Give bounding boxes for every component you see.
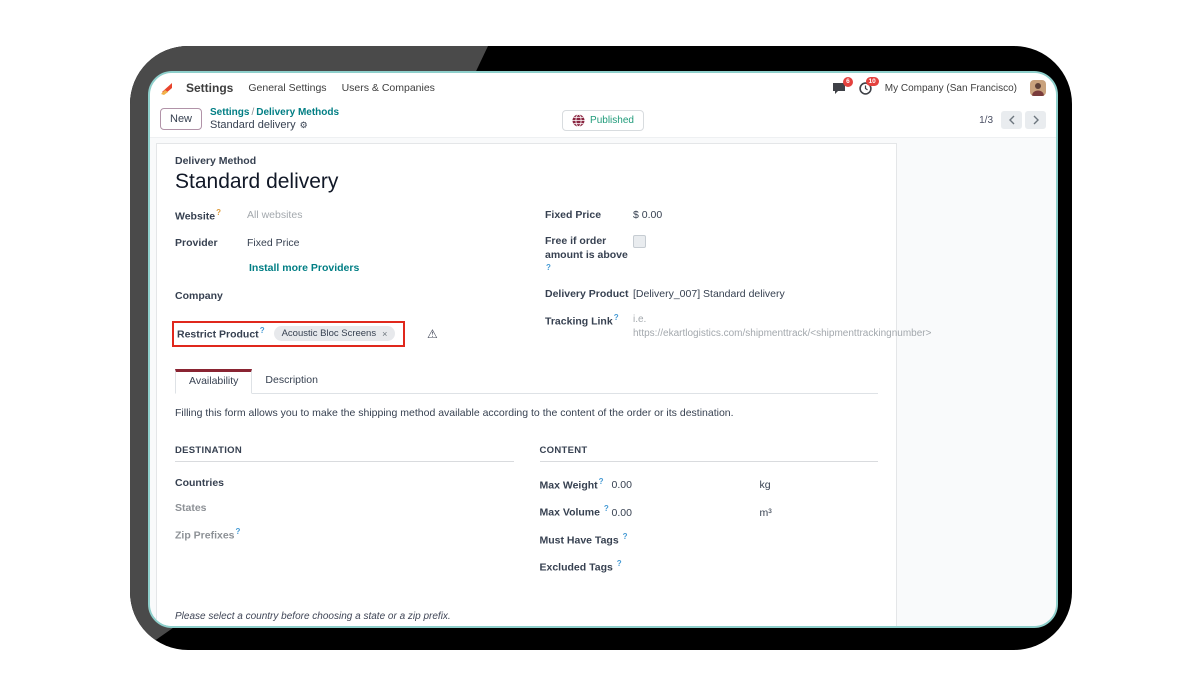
states-field[interactable]: States <box>175 502 514 514</box>
top-navbar: Settings General Settings Users & Compan… <box>150 73 1056 101</box>
max-weight-help-icon[interactable]: ? <box>599 477 604 486</box>
odoo-settings-logo-icon[interactable] <box>158 81 175 95</box>
restrict-product-help-icon[interactable]: ? <box>260 326 265 335</box>
warning-icon: ⚠ <box>427 327 438 342</box>
destination-section: DESTINATION Countries States Zip Prefixe… <box>175 445 514 587</box>
action-gear-icon[interactable]: ⚙ <box>300 120 308 131</box>
fixed-price-field[interactable]: $ 0.00 <box>633 208 662 222</box>
website-label: Website? <box>175 208 221 223</box>
provider-label: Provider <box>175 236 218 249</box>
excluded-tags-help-icon[interactable]: ? <box>617 559 622 568</box>
messages-badge: 6 <box>843 77 853 87</box>
max-volume-label: Max Volume ? <box>539 504 609 519</box>
install-more-providers-link[interactable]: Install more Providers <box>249 262 359 274</box>
annotation-highlight: Restrict Product? Acoustic Bloc Screens … <box>172 321 406 347</box>
menu-users-companies[interactable]: Users & Companies <box>342 82 435 94</box>
max-weight-unit: kg <box>759 479 771 492</box>
zip-prefixes-help-icon[interactable]: ? <box>236 527 241 536</box>
chevron-right-icon <box>1033 115 1039 125</box>
breadcrumb-delivery-methods[interactable]: Delivery Methods <box>256 107 339 118</box>
free-if-order-checkbox[interactable] <box>633 235 646 249</box>
restrict-product-tag[interactable]: Acoustic Bloc Screens × <box>273 326 396 342</box>
delivery-method-form: Delivery Method Standard delivery Websit… <box>156 143 931 626</box>
max-weight-label: Max Weight? <box>539 476 604 492</box>
destination-header: DESTINATION <box>175 445 514 462</box>
delivery-product-field[interactable]: [Delivery_007] Standard delivery <box>633 287 785 301</box>
chevron-left-icon <box>1008 115 1015 125</box>
tag-remove-icon[interactable]: × <box>382 329 387 339</box>
pager-count: 1/3 <box>979 114 994 126</box>
excluded-tags-field[interactable]: Excluded Tags ? <box>540 559 879 574</box>
tab-availability[interactable]: Availability <box>175 368 253 394</box>
delivery-method-name[interactable]: Standard delivery <box>175 170 878 194</box>
activities-badge: 10 <box>865 76 879 87</box>
form-right-column: Fixed Price $ 0.00 Free if order amount … <box>545 208 931 359</box>
user-avatar[interactable] <box>1030 80 1046 96</box>
breadcrumb: Settings / Delivery Methods Standard deliv… <box>210 107 339 131</box>
max-volume-help-icon[interactable]: ? <box>604 504 609 513</box>
pager-previous-button[interactable] <box>1001 111 1023 129</box>
countries-field[interactable]: Countries <box>175 477 514 489</box>
website-field[interactable]: All websites <box>247 208 302 222</box>
tag-label: Acoustic Bloc Screens <box>281 328 377 340</box>
new-button[interactable]: New <box>160 108 203 130</box>
form-title-label: Delivery Method <box>175 155 257 167</box>
activities-clock-icon[interactable]: 10 <box>859 76 879 95</box>
published-toggle[interactable]: Published <box>562 110 644 131</box>
pager-next-button[interactable] <box>1025 111 1047 129</box>
max-weight-field[interactable]: 0.00 <box>612 479 760 491</box>
content-section: CONTENT Max Weight? 0.00 kg Max Volume ?… <box>539 445 879 587</box>
delivery-product-label: Delivery Product <box>545 288 629 301</box>
must-have-tags-field[interactable]: Must Have Tags ? <box>540 532 879 547</box>
tracking-link-field[interactable]: i.e. https://ekartlogistics.com/shipment… <box>633 313 931 340</box>
globe-icon <box>572 114 585 127</box>
country-selection-note: Please select a country before choosing … <box>175 610 451 622</box>
free-if-order-label: Free if order amount is above ? <box>545 235 628 272</box>
website-help-icon[interactable]: ? <box>216 208 221 217</box>
tracking-link-help-icon[interactable]: ? <box>614 313 619 322</box>
main-content: Delivery Method Standard delivery Websit… <box>150 137 1056 626</box>
availability-info-text: Filling this form allows you to make the… <box>175 406 734 419</box>
fixed-price-label: Fixed Price <box>545 209 602 221</box>
breadcrumb-settings[interactable]: Settings <box>210 107 249 118</box>
restrict-product-row: Restrict Product? Acoustic Bloc Screens … <box>172 321 533 347</box>
tab-description[interactable]: Description <box>252 369 331 393</box>
messages-icon[interactable]: 6 <box>832 77 853 94</box>
control-panel: New Settings / Delivery Methods Standard d… <box>150 101 1056 137</box>
zip-prefixes-field[interactable]: Zip Prefixes? <box>175 527 514 542</box>
max-volume-field[interactable]: 0.00 <box>612 507 760 519</box>
restrict-product-label: Restrict Product? <box>177 326 265 341</box>
menu-general-settings[interactable]: General Settings <box>248 82 326 94</box>
max-volume-unit: m³ <box>759 506 772 519</box>
tracking-link-label: Tracking Link? <box>545 313 619 328</box>
app-window: Settings General Settings Users & Compan… <box>148 71 1058 628</box>
breadcrumb-record-name: Standard delivery <box>210 119 296 131</box>
company-switcher[interactable]: My Company (San Francisco) <box>885 83 1017 94</box>
must-have-tags-help-icon[interactable]: ? <box>623 532 628 541</box>
free-if-order-help-icon[interactable]: ? <box>546 263 551 272</box>
content-header: CONTENT <box>539 445 878 462</box>
app-menu-settings[interactable]: Settings <box>186 81 233 95</box>
form-left-column: Website? All websites Provider Fixed Pri… <box>172 208 533 359</box>
published-label: Published <box>590 115 634 126</box>
notebook-tabs: Availability Description <box>175 368 878 394</box>
company-label: Company <box>175 289 223 302</box>
provider-field[interactable]: Fixed Price <box>247 236 300 250</box>
